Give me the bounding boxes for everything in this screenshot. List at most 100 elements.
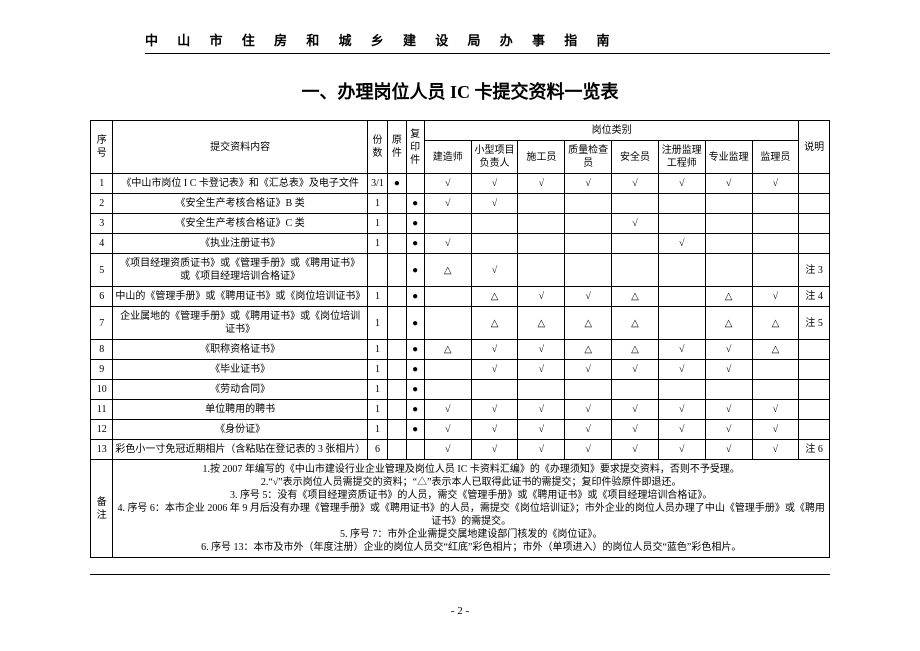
cell-note [799,420,830,440]
cell-copy [406,174,424,194]
cell-role-7 [752,234,799,254]
cell-role-6: √ [705,340,752,360]
cell-orig [388,400,406,420]
cell-role-4: √ [612,420,659,440]
cell-role-6: √ [705,400,752,420]
col-note: 说明 [799,121,830,174]
cell-idx: 4 [91,234,113,254]
cell-orig [388,360,406,380]
cell-role-3 [565,234,612,254]
cell-role-0: √ [424,400,471,420]
cell-copy: ● [406,194,424,214]
cell-role-7 [752,380,799,400]
cell-role-5: √ [658,400,705,420]
table-row: 6中山的《管理手册》或《聘用证书》或《岗位培训证书》1●△√√△△√注 4 [91,287,830,307]
cell-content: 《执业注册证书》 [113,234,367,254]
role-header: 专业监理 [705,141,752,174]
note-line: 2.“√”表示岗位人员需提交的资料；“△”表示本人已取得此证书的需提交；复印件验… [115,476,827,489]
cell-role-2: √ [518,440,565,460]
cell-role-2: √ [518,400,565,420]
cell-role-6: √ [705,174,752,194]
cell-content: 《毕业证书》 [113,360,367,380]
cell-role-1: △ [471,287,518,307]
cell-role-0: △ [424,340,471,360]
cell-role-0: √ [424,194,471,214]
cell-role-1 [471,234,518,254]
cell-role-7: △ [752,340,799,360]
cell-copy: ● [406,307,424,340]
cell-role-2 [518,234,565,254]
col-content: 提交资料内容 [113,121,367,174]
cell-role-1: √ [471,360,518,380]
cell-role-0 [424,380,471,400]
cell-role-0: √ [424,440,471,460]
cell-role-5 [658,380,705,400]
cell-role-4: √ [612,214,659,234]
role-header: 建造师 [424,141,471,174]
cell-copy: ● [406,287,424,307]
cell-note: 注 5 [799,307,830,340]
role-header: 施工员 [518,141,565,174]
cell-orig [388,420,406,440]
materials-table: 序号 提交资料内容 份数 原件 复印件 岗位类别 说明 建造师 小型项目负责人 … [90,120,830,558]
cell-role-1: √ [471,440,518,460]
cell-note [799,174,830,194]
role-header: 质量检查员 [565,141,612,174]
cell-idx: 3 [91,214,113,234]
cell-copies: 1 [367,380,387,400]
cell-content: 《职称资格证书》 [113,340,367,360]
cell-role-0: √ [424,174,471,194]
table-row: 3《安全生产考核合格证》C 类1●√ [91,214,830,234]
footer-divider [90,574,830,575]
note-line: 6. 序号 13：本市及市外（年度注册）企业的岗位人员交“红底”彩色相片；市外（… [115,541,827,554]
cell-role-2: √ [518,420,565,440]
cell-copy [406,440,424,460]
cell-orig [388,440,406,460]
cell-role-5: √ [658,420,705,440]
cell-role-2: √ [518,174,565,194]
cell-content: 企业属地的《管理手册》或《聘用证书》或《岗位培训证书》 [113,307,367,340]
cell-role-5 [658,307,705,340]
cell-role-2: △ [518,307,565,340]
cell-orig [388,340,406,360]
cell-idx: 13 [91,440,113,460]
cell-role-2 [518,254,565,287]
table-row: 9《毕业证书》1●√√√√√√ [91,360,830,380]
cell-note [799,380,830,400]
role-header: 安全员 [612,141,659,174]
cell-role-6: △ [705,307,752,340]
cell-role-0: △ [424,254,471,287]
table-row: 7企业属地的《管理手册》或《聘用证书》或《岗位培训证书》1●△△△△△△注 5 [91,307,830,340]
cell-copy: ● [406,400,424,420]
cell-copy: ● [406,254,424,287]
col-index: 序号 [91,121,113,174]
cell-role-6 [705,194,752,214]
cell-role-1: △ [471,307,518,340]
cell-copies: 1 [367,420,387,440]
cell-role-3: √ [565,420,612,440]
cell-role-4: △ [612,307,659,340]
cell-role-3: √ [565,440,612,460]
cell-note [799,234,830,254]
cell-copies: 1 [367,287,387,307]
cell-role-6: √ [705,360,752,380]
cell-role-2: √ [518,287,565,307]
cell-orig [388,194,406,214]
cell-role-7 [752,360,799,380]
cell-copy: ● [406,214,424,234]
cell-orig [388,287,406,307]
cell-note [799,400,830,420]
cell-role-7: √ [752,174,799,194]
cell-copies: 1 [367,307,387,340]
cell-role-3 [565,380,612,400]
table-row: 11单位聘用的聘书1●√√√√√√√√ [91,400,830,420]
note-line: 4. 序号 6：本市企业 2006 年 9 月后没有办理《管理手册》或《聘用证书… [115,502,827,528]
cell-role-3 [565,254,612,287]
col-photocopy: 复印件 [406,121,424,174]
cell-idx: 6 [91,287,113,307]
cell-role-5: √ [658,440,705,460]
cell-role-4: △ [612,340,659,360]
table-row: 2《安全生产考核合格证》B 类1●√√ [91,194,830,214]
cell-role-4 [612,380,659,400]
cell-role-2 [518,380,565,400]
